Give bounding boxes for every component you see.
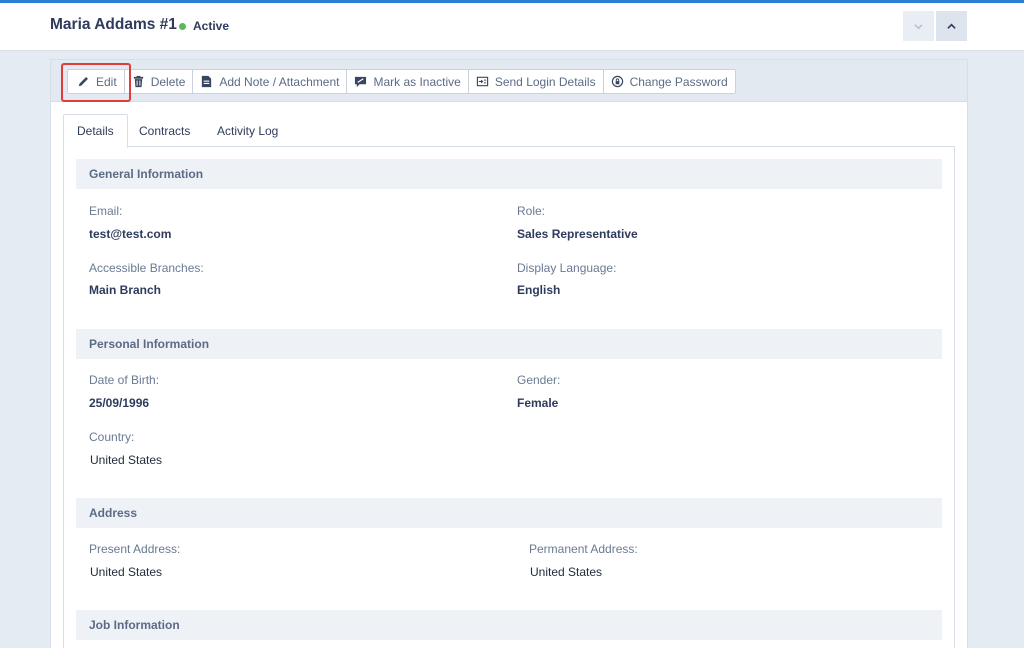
tab-details[interactable]: Details <box>63 114 128 148</box>
toolbar: Edit Delete Add Note / Attachment Mark a… <box>51 60 967 102</box>
mark-inactive-button[interactable]: Mark as Inactive <box>347 70 469 93</box>
comment-slash-icon <box>355 76 367 88</box>
page-title: Maria Addams #1 <box>50 16 177 33</box>
email-label: Email: <box>89 204 123 218</box>
tab-contracts[interactable]: Contracts <box>126 114 203 147</box>
section-personal-information: Personal Information <box>76 329 942 359</box>
date-of-birth-value: 25/09/1996 <box>89 396 150 410</box>
delete-button-label: Delete <box>150 74 186 89</box>
detail-panel: Edit Delete Add Note / Attachment Mark a… <box>50 59 968 648</box>
send-login-button-label: Send Login Details <box>494 74 596 89</box>
accessible-branches-value: Main Branch <box>89 283 162 297</box>
present-address-label: Present Address: <box>89 542 181 556</box>
send-icon <box>476 76 488 87</box>
details-content: General Information Email: test@test.com… <box>63 147 955 648</box>
gender-label: Gender: <box>517 373 561 387</box>
role-label: Role: <box>517 204 546 218</box>
toolbar-button-group: Edit Delete Add Note / Attachment Mark a… <box>67 69 736 94</box>
section-job-information: Job Information <box>76 610 942 640</box>
chevron-up-icon[interactable] <box>936 11 967 41</box>
add-note-button[interactable]: Add Note / Attachment <box>193 70 348 93</box>
permanent-address-label: Permanent Address: <box>529 542 638 556</box>
send-login-button[interactable]: Send Login Details <box>469 70 604 93</box>
date-of-birth-label: Date of Birth: <box>89 373 160 387</box>
add-note-button-label: Add Note / Attachment <box>219 74 340 89</box>
chevron-down-icon[interactable] <box>903 11 934 41</box>
change-password-button[interactable]: Change Password <box>604 70 735 93</box>
document-icon <box>202 75 212 88</box>
pencil-icon <box>78 77 88 87</box>
present-address-value: United States <box>90 565 163 579</box>
country-value: United States <box>90 453 163 467</box>
email-value: test@test.com <box>89 227 172 241</box>
gender-value: Female <box>517 396 559 410</box>
page-header: Maria Addams #1 Active <box>0 3 1024 51</box>
section-address: Address <box>76 498 942 528</box>
status-dot-icon <box>179 23 186 30</box>
lock-reset-icon <box>611 75 623 88</box>
trash-icon <box>133 75 143 88</box>
display-language-value: English <box>517 283 561 297</box>
edit-button[interactable]: Edit <box>68 70 125 93</box>
permanent-address-value: United States <box>530 565 603 579</box>
change-password-button-label: Change Password <box>629 74 728 89</box>
tab-bar: Details Contracts Activity Log <box>63 114 955 148</box>
section-general-information: General Information <box>76 159 942 189</box>
mark-inactive-button-label: Mark as Inactive <box>373 74 461 89</box>
role-value: Sales Representative <box>517 227 638 241</box>
accessible-branches-label: Accessible Branches: <box>89 261 204 275</box>
tab-activity-log[interactable]: Activity Log <box>204 114 291 147</box>
edit-button-label: Edit <box>96 74 117 89</box>
delete-button[interactable]: Delete <box>125 70 194 93</box>
country-label: Country: <box>89 430 135 444</box>
status-badge: Active <box>193 19 230 33</box>
display-language-label: Display Language: <box>517 261 617 275</box>
